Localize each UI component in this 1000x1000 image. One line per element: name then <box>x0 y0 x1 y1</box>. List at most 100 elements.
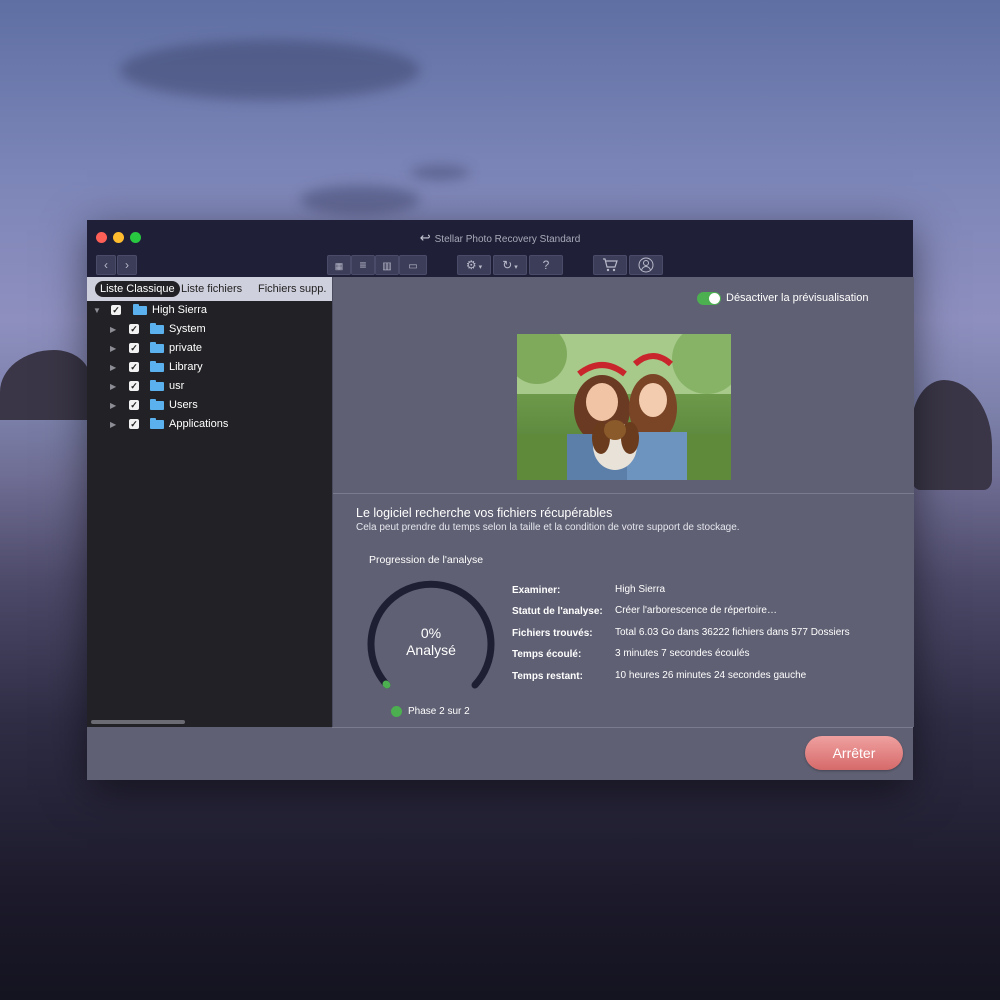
window-title: Stellar Photo Recovery Standard <box>434 234 581 245</box>
tree-row-private[interactable]: ▶ ✓ private <box>87 339 332 358</box>
background-cloud <box>410 165 470 180</box>
background-island-right <box>912 380 992 490</box>
toggle-knob <box>709 293 720 304</box>
back-button[interactable]: ‹ <box>96 255 116 275</box>
folder-icon <box>150 399 164 410</box>
preview-image <box>517 334 731 480</box>
columns-icon: ▥ <box>382 261 392 272</box>
chevron-right-icon: › <box>125 258 129 272</box>
progress-percent-label: Analysé <box>406 642 456 658</box>
chevron-left-icon: ‹ <box>104 258 108 272</box>
app-window: ↩ Stellar Photo Recovery Standard ‹ › ▦ ≡… <box>87 220 914 780</box>
detail-label-elapsed: Temps écoulé: <box>512 649 582 660</box>
tree-label: Applications <box>169 418 229 430</box>
tree-label: private <box>169 342 203 354</box>
progress-percent: 0% <box>420 625 442 641</box>
preview-toggle[interactable] <box>697 292 721 305</box>
phase-label: Phase 2 sur 2 <box>408 706 470 717</box>
footer-divider <box>332 727 913 728</box>
tree-row-library[interactable]: ▶ ✓ Library <box>87 358 332 377</box>
folder-icon <box>150 361 164 372</box>
settings-menu-button[interactable]: ⚙ ▾ <box>457 255 491 275</box>
disclosure-collapsed-icon[interactable]: ▶ <box>110 320 116 339</box>
tree-row-users[interactable]: ▶ ✓ Users <box>87 396 332 415</box>
checkbox-checked[interactable]: ✓ <box>129 324 139 334</box>
checkbox-checked[interactable]: ✓ <box>129 362 139 372</box>
disclosure-collapsed-icon[interactable]: ▶ <box>110 377 116 396</box>
tree-row-usr[interactable]: ▶ ✓ usr <box>87 377 332 396</box>
view-columns-button[interactable]: ▥ <box>375 255 399 275</box>
background-cloud <box>300 185 420 215</box>
detail-label-files-found: Fichiers trouvés: <box>512 628 593 639</box>
detail-value-status: Créer l'arborescence de répertoire… <box>615 605 777 616</box>
tree-row-root[interactable]: ▼ ✓ High Sierra <box>87 301 332 320</box>
tree-label: High Sierra <box>152 304 208 316</box>
detail-label-remaining: Temps restant: <box>512 671 583 682</box>
phase-dot <box>391 706 402 717</box>
detail-label-examiner: Examiner: <box>512 585 561 596</box>
detail-label-status: Statut de l'analyse: <box>512 606 603 617</box>
view-coverflow-button[interactable]: ▭ <box>399 255 427 275</box>
history-menu-button[interactable]: ↻ ▾ <box>493 255 527 275</box>
sidebar: Liste Classique Liste fichiers Fichiers … <box>87 277 333 727</box>
account-button[interactable] <box>629 255 663 275</box>
sidebar-tabs: Liste Classique Liste fichiers Fichiers … <box>87 277 333 301</box>
help-button[interactable]: ? <box>529 255 563 275</box>
section-divider <box>333 493 914 494</box>
folder-icon <box>150 342 164 353</box>
scan-heading: Le logiciel recherche vos fichiers récup… <box>356 506 613 520</box>
checkbox-checked[interactable]: ✓ <box>129 400 139 410</box>
gear-icon: ⚙ <box>465 258 477 272</box>
footer-bar: Arrêter <box>87 727 913 780</box>
progress-gauge: 0% Analysé <box>365 575 497 707</box>
tree-label: usr <box>169 380 185 392</box>
history-icon: ↻ <box>502 258 513 272</box>
checkbox-checked[interactable]: ✓ <box>111 305 121 315</box>
tree-label: Users <box>169 399 198 411</box>
checkbox-checked[interactable]: ✓ <box>129 381 139 391</box>
cart-icon <box>603 258 618 272</box>
checkbox-checked[interactable]: ✓ <box>129 419 139 429</box>
tree-label: System <box>169 323 206 335</box>
disclosure-collapsed-icon[interactable]: ▶ <box>110 396 116 415</box>
disclosure-collapsed-icon[interactable]: ▶ <box>110 358 116 377</box>
list-icon: ≡ <box>359 258 367 272</box>
coverflow-icon: ▭ <box>408 261 418 272</box>
detail-value-examiner: High Sierra <box>615 584 666 595</box>
progress-title: Progression de l'analyse <box>369 554 484 566</box>
caret-down-icon: ▾ <box>512 264 518 271</box>
background-island-left <box>0 350 90 420</box>
folder-icon <box>150 418 164 429</box>
detail-value-remaining: 10 heures 26 minutes 24 secondes gauche <box>615 670 807 681</box>
view-icons-button[interactable]: ▦ <box>327 255 351 275</box>
tab-liste-classique[interactable]: Liste Classique <box>95 281 180 297</box>
scan-subheading: Cela peut prendre du temps selon la tail… <box>356 522 740 533</box>
window-title-wrap: ↩ Stellar Photo Recovery Standard <box>87 230 913 246</box>
sidebar-horizontal-scrollbar[interactable] <box>91 720 185 724</box>
detail-value-files-found: Total 6.03 Go dans 36222 fichiers dans 5… <box>615 627 850 638</box>
checkbox-checked[interactable]: ✓ <box>129 343 139 353</box>
preview-toggle-label: Désactiver la prévisualisation <box>726 292 869 304</box>
tree-label: Library <box>169 361 203 373</box>
cart-button[interactable] <box>593 255 627 275</box>
detail-value-elapsed: 3 minutes 7 secondes écoulés <box>615 648 750 659</box>
stop-button[interactable]: Arrêter <box>805 736 903 770</box>
tab-fichiers-supp[interactable]: Fichiers supp. <box>253 281 331 297</box>
main-panel: Désactiver la prévisualisation Le logici… <box>332 277 914 727</box>
folder-icon <box>150 380 164 391</box>
tree-row-system[interactable]: ▶ ✓ System <box>87 320 332 339</box>
disclosure-expanded-icon[interactable]: ▼ <box>93 301 101 320</box>
undo-icon: ↩ <box>419 230 431 245</box>
tree-row-applications[interactable]: ▶ ✓ Applications <box>87 415 332 434</box>
help-icon: ? <box>542 258 550 272</box>
folder-icon <box>133 304 147 315</box>
user-icon <box>638 257 654 273</box>
title-bar: ↩ Stellar Photo Recovery Standard ‹ › ▦ ≡… <box>87 220 913 277</box>
disclosure-collapsed-icon[interactable]: ▶ <box>110 339 116 358</box>
disclosure-collapsed-icon[interactable]: ▶ <box>110 415 116 434</box>
tab-liste-fichiers[interactable]: Liste fichiers <box>176 281 247 297</box>
background-cloud <box>120 40 420 100</box>
folder-icon <box>150 323 164 334</box>
forward-button[interactable]: › <box>117 255 137 275</box>
view-list-button[interactable]: ≡ <box>351 255 375 275</box>
